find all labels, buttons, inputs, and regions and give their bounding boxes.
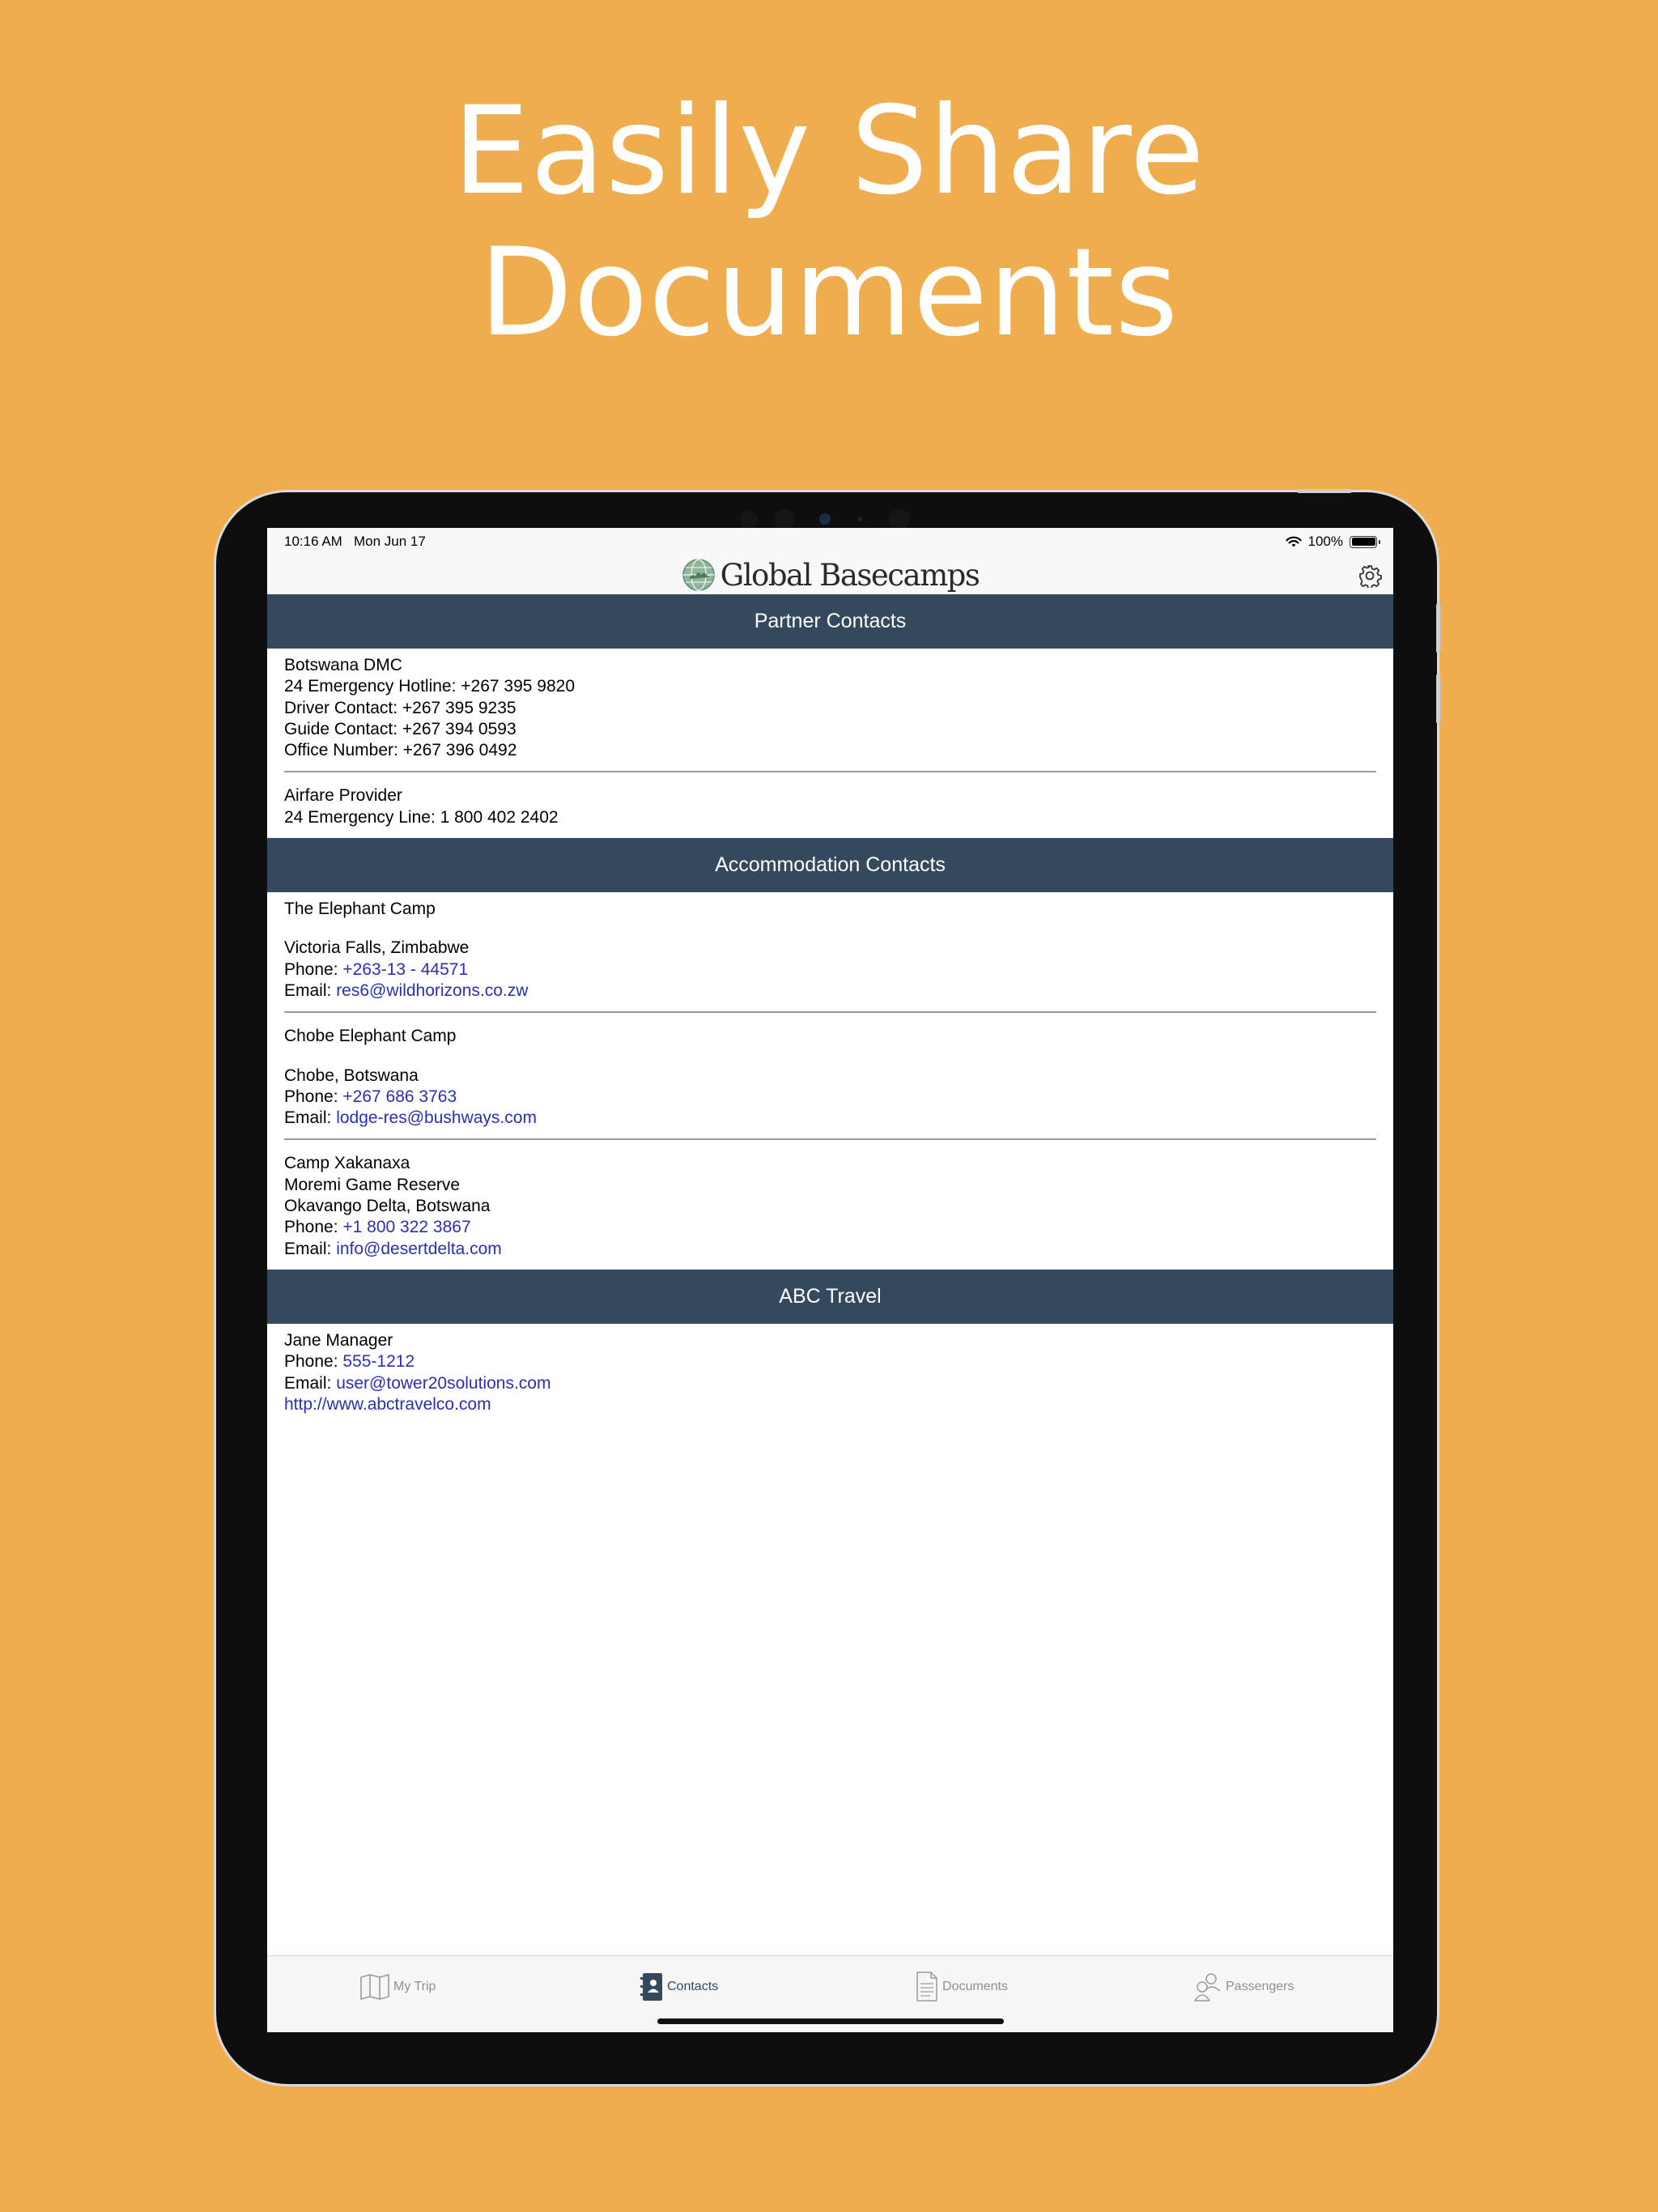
phone-link[interactable]: 555-1212 (342, 1352, 414, 1371)
section-header-accommodation: Accommodation Contacts (267, 838, 1393, 893)
passengers-icon (1194, 1973, 1221, 2001)
phone-label: Phone: (284, 1087, 343, 1106)
contact-detail: Driver Contact: +267 395 9235 (284, 698, 517, 717)
tablet-volume-down-button (1436, 674, 1440, 724)
section-body-partner: Botswana DMC 24 Emergency Hotline: +267 … (267, 649, 1393, 838)
headline-line-1: Easily Share (453, 81, 1205, 222)
contact-name: Botswana DMC (284, 656, 402, 674)
contact-detail: 24 Emergency Line: 1 800 402 2402 (284, 807, 559, 827)
email-link[interactable]: res6@wildhorizons.co.zw (336, 981, 528, 1000)
contact-email-row: Email: res6@wildhorizons.co.zw (284, 981, 1376, 1002)
contact-phone-row: Phone: 555-1212 (284, 1351, 1376, 1372)
contact-detail: Office Number: +267 396 0492 (284, 741, 517, 760)
phone-link[interactable]: +267 686 3763 (342, 1087, 457, 1106)
tab-label: My Trip (393, 1980, 436, 1993)
tab-my-trip[interactable]: My Trip (359, 1971, 436, 2003)
front-camera-dot (857, 517, 862, 521)
tab-label: Documents (942, 1980, 1008, 1993)
contact-email-row: Email: lodge-res@bushways.com (284, 1108, 1376, 1129)
contact-name: The Elephant Camp (284, 900, 436, 919)
website-link[interactable]: http://www.abctravelco.com (284, 1395, 491, 1414)
contact-card: The Elephant Camp Victoria Falls, Zimbab… (284, 892, 1376, 1011)
email-label: Email: (284, 981, 337, 1000)
email-link[interactable]: lodge-res@bushways.com (336, 1108, 537, 1127)
contact-location: Okavango Delta, Botswana (284, 1197, 491, 1216)
contact-name: Chobe Elephant Camp (284, 1027, 457, 1046)
status-bar: 10:16 AM Mon Jun 17 100% (267, 528, 1393, 555)
contact-card: Jane Manager Phone: 555-1212 Email: user… (284, 1324, 1376, 1425)
section-header-agency: ABC Travel (267, 1269, 1393, 1324)
tab-label: Passengers (1226, 1980, 1295, 1993)
email-label: Email: (284, 1108, 337, 1128)
phone-label: Phone: (284, 1218, 343, 1237)
brand-logo: Global Basecamps (267, 555, 1393, 594)
document-icon (916, 1972, 937, 2001)
contact-name: Airfare Provider (284, 786, 402, 806)
home-indicator[interactable] (657, 2018, 1004, 2024)
battery-percent: 100% (1307, 534, 1343, 549)
contact-name: Jane Manager (284, 1330, 393, 1350)
contact-website-row: http://www.abctravelco.com (284, 1394, 1376, 1415)
contact-phone-row: Phone: +263-13 - 44571 (284, 959, 1376, 981)
front-camera-sensor (774, 508, 795, 530)
contact-phone-row: Phone: +1 800 322 3867 (284, 1217, 1376, 1238)
front-camera-sensor (889, 508, 910, 530)
tablet-volume-up-button (1436, 603, 1440, 653)
contact-location: Chobe, Botswana (284, 1066, 419, 1085)
status-time: 10:16 AM (284, 534, 342, 549)
tab-contacts[interactable]: Contacts (640, 1971, 718, 2003)
contact-location: Victoria Falls, Zimbabwe (284, 938, 470, 958)
headline-line-2: Documents (478, 223, 1180, 364)
battery-icon (1350, 535, 1380, 548)
gear-icon[interactable] (1358, 564, 1382, 588)
contact-location: Moremi Game Reserve (284, 1175, 461, 1194)
phone-label: Phone: (284, 1352, 343, 1372)
contact-card: Airfare Provider 24 Emergency Line: 1 80… (284, 771, 1376, 838)
contact-detail: 24 Emergency Hotline: +267 395 9820 (284, 677, 575, 696)
email-link[interactable]: user@tower20solutions.com (336, 1374, 551, 1393)
globe-logo-icon (682, 559, 715, 591)
tab-bar: My Trip Contacts Documents Passengers (267, 1955, 1393, 2032)
phone-link[interactable]: +1 800 322 3867 (342, 1218, 470, 1236)
contact-detail: Guide Contact: +267 394 0593 (284, 719, 517, 738)
email-link[interactable]: info@desertdelta.com (336, 1240, 502, 1258)
front-camera-lens (819, 513, 831, 525)
contact-email-row: Email: info@desertdelta.com (284, 1239, 1376, 1260)
brand-name: Global Basecamps (720, 557, 980, 593)
section-body-agency: Jane Manager Phone: 555-1212 Email: user… (267, 1324, 1393, 1425)
status-time-date: 10:16 AM Mon Jun 17 (284, 534, 426, 550)
promo-headline: Easily Share Documents (0, 81, 1658, 364)
email-label: Email: (284, 1373, 337, 1393)
tab-label: Contacts (667, 1980, 719, 1993)
contacts-book-icon (640, 1973, 662, 2001)
wifi-icon (1285, 536, 1302, 547)
contact-card: Botswana DMC 24 Emergency Hotline: +267 … (284, 649, 1376, 771)
map-icon (360, 1974, 389, 2000)
phone-label: Phone: (284, 959, 343, 979)
status-date: Mon Jun 17 (354, 534, 426, 549)
contact-name: Camp Xakanaxa (284, 1154, 410, 1173)
app-screen: 10:16 AM Mon Jun 17 100% Global Basecamp… (267, 528, 1393, 2032)
contact-email-row: Email: user@tower20solutions.com (284, 1373, 1376, 1394)
tab-passengers[interactable]: Passengers (1193, 1971, 1295, 2003)
contact-phone-row: Phone: +267 686 3763 (284, 1087, 1376, 1108)
tablet-top-button (1297, 489, 1352, 493)
contact-card: Camp Xakanaxa Moremi Game Reserve Okavan… (284, 1138, 1376, 1269)
phone-link[interactable]: +263-13 - 44571 (342, 960, 468, 979)
contact-card: Chobe Elephant Camp Chobe, Botswana Phon… (284, 1011, 1376, 1138)
email-label: Email: (284, 1239, 337, 1258)
status-indicators: 100% (1285, 534, 1380, 550)
front-camera-sensor (740, 510, 758, 528)
section-header-partner: Partner Contacts (267, 594, 1393, 649)
section-body-accommodation: The Elephant Camp Victoria Falls, Zimbab… (267, 892, 1393, 1270)
tab-documents[interactable]: Documents (915, 1971, 1008, 2003)
contacts-list: Partner Contacts Botswana DMC 24 Emergen… (267, 594, 1393, 1425)
nav-bar: Global Basecamps (267, 555, 1393, 594)
